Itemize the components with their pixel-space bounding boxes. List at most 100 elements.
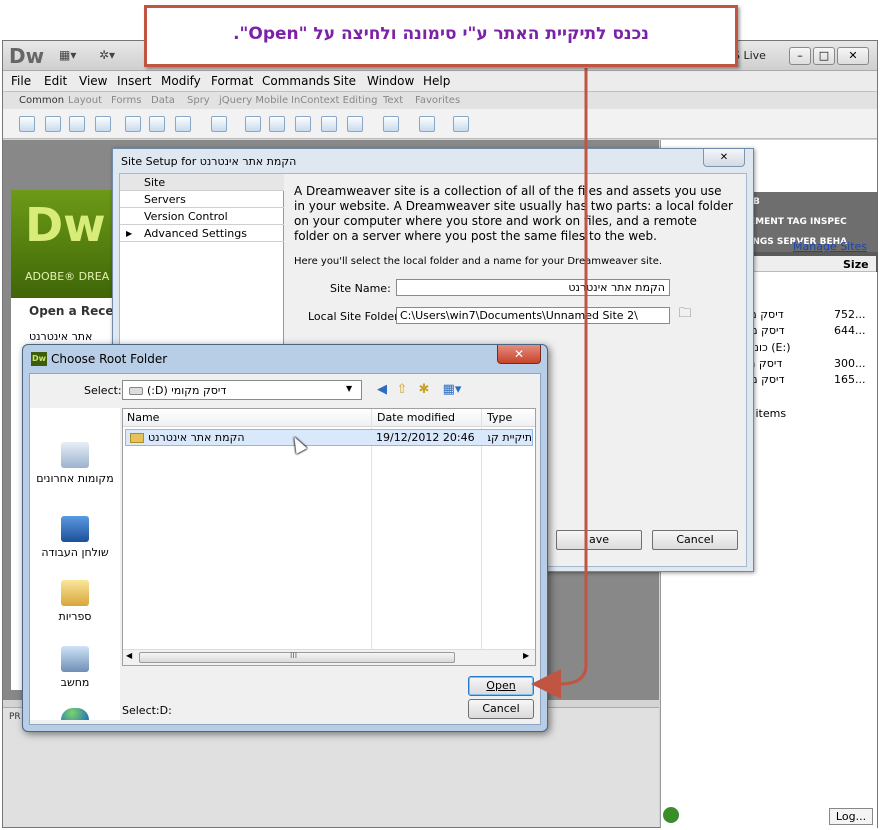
site-hint: Here you'll select the local folder and … bbox=[294, 256, 663, 267]
expand-arrow-icon[interactable]: ▶ bbox=[126, 229, 132, 238]
menu-view[interactable]: View bbox=[79, 74, 107, 88]
network-icon[interactable] bbox=[61, 708, 89, 720]
dialog-title: Choose Root Folder bbox=[51, 352, 168, 366]
menu-window[interactable]: Window bbox=[367, 74, 414, 88]
named-anchor-icon[interactable] bbox=[69, 116, 85, 132]
media-icon[interactable] bbox=[211, 116, 227, 132]
connection-status-icon bbox=[663, 807, 679, 823]
column-type[interactable]: Type bbox=[487, 411, 512, 424]
category-advanced-settings[interactable]: Advanced Settings bbox=[120, 225, 284, 242]
site-description: A Dreamweaver site is a collection of al… bbox=[294, 184, 733, 243]
tab-incontext-editing[interactable]: InContext Editing bbox=[291, 95, 377, 106]
tab-text[interactable]: Text bbox=[383, 95, 403, 106]
close-dialog-button[interactable]: ✕ bbox=[703, 149, 745, 167]
recent-file-link[interactable]: אתר אינטרנט bbox=[29, 330, 92, 343]
tab-jquery-mobile[interactable]: jQuery Mobile bbox=[219, 95, 288, 106]
insert-panel-tabs: Common Layout Forms Data Spry jQuery Mob… bbox=[3, 91, 877, 109]
server-side-include-icon[interactable] bbox=[295, 116, 311, 132]
open-button[interactable]: Open bbox=[468, 676, 534, 696]
local-folder-label: Local Site Folder: bbox=[308, 310, 403, 323]
new-folder-icon[interactable]: ✱ bbox=[416, 382, 432, 398]
hyperlink-icon[interactable] bbox=[19, 116, 35, 132]
tab-spry[interactable]: Spry bbox=[187, 95, 210, 106]
insert-toolbar bbox=[3, 109, 877, 139]
menu-file[interactable]: File bbox=[11, 74, 31, 88]
templates-icon[interactable] bbox=[419, 116, 435, 132]
back-icon[interactable]: ◀ bbox=[374, 382, 390, 398]
scroll-left-icon[interactable]: ◀ bbox=[126, 651, 132, 660]
table-icon[interactable] bbox=[125, 116, 141, 132]
view-menu-icon[interactable]: ▦▾ bbox=[438, 382, 466, 398]
date-icon[interactable] bbox=[269, 116, 285, 132]
tab-layout[interactable]: Layout bbox=[68, 95, 102, 106]
dropdown-arrow-icon[interactable]: ▼ bbox=[346, 384, 352, 393]
column-date-modified[interactable]: Date modified bbox=[377, 411, 455, 424]
place-computer[interactable]: מחשב bbox=[30, 676, 120, 689]
local-folder-input[interactable] bbox=[396, 307, 670, 324]
place-desktop[interactable]: שולחן העבודה bbox=[30, 546, 120, 559]
head-icon[interactable] bbox=[347, 116, 363, 132]
drive-icon bbox=[129, 387, 143, 395]
tab-common[interactable]: Common bbox=[19, 95, 64, 106]
file-list: Name Date modified Type הקמת אתר אינטרנט… bbox=[122, 408, 536, 666]
close-window-button[interactable]: ✕ bbox=[837, 47, 869, 65]
menu-commands[interactable]: Commands bbox=[262, 74, 330, 88]
annotation-callout: נכנס לתיקיית האתר ע"י סימונה ולחיצה על "… bbox=[144, 5, 738, 67]
column-name[interactable]: Name bbox=[127, 411, 159, 424]
desktop-icon[interactable] bbox=[61, 516, 89, 542]
save-button[interactable]: ave bbox=[556, 530, 642, 550]
category-servers[interactable]: Servers bbox=[120, 191, 284, 208]
menu-site[interactable]: Site bbox=[333, 74, 356, 88]
cancel-button[interactable]: Cancel bbox=[468, 699, 534, 719]
widget-icon[interactable] bbox=[245, 116, 261, 132]
place-recent[interactable]: מקומות אחרונים bbox=[30, 472, 120, 485]
tab-data[interactable]: Data bbox=[151, 95, 175, 106]
maximize-button[interactable]: □ bbox=[813, 47, 835, 65]
menu-help[interactable]: Help bbox=[423, 74, 450, 88]
welcome-logo: Dw bbox=[25, 198, 106, 252]
menu-insert[interactable]: Insert bbox=[117, 74, 151, 88]
file-list-header: Name Date modified Type bbox=[123, 409, 535, 427]
site-name-input[interactable] bbox=[396, 279, 670, 296]
choose-root-folder-dialog: Dw Choose Root Folder ✕ Select: דיסק מקו… bbox=[22, 344, 548, 732]
tag-chooser-icon[interactable] bbox=[453, 116, 469, 132]
folder-date: 19/12/2012 20:46 bbox=[376, 431, 475, 444]
browse-folder-icon[interactable]: 🗀 bbox=[676, 306, 694, 324]
layout-icon[interactable]: ▦▾ bbox=[59, 48, 81, 64]
tab-favorites[interactable]: Favorites bbox=[415, 95, 460, 106]
comment-icon[interactable] bbox=[321, 116, 337, 132]
drive-d-size: 644... bbox=[834, 324, 866, 337]
horizontal-rule-icon[interactable] bbox=[95, 116, 111, 132]
menu-format[interactable]: Format bbox=[211, 74, 253, 88]
log-button[interactable]: Log... bbox=[829, 808, 873, 825]
size-column-header[interactable]: Size bbox=[843, 258, 869, 271]
close-dialog-button[interactable]: ✕ bbox=[497, 345, 541, 364]
category-version-control[interactable]: Version Control bbox=[120, 208, 284, 225]
cancel-button[interactable]: Cancel bbox=[652, 530, 738, 550]
place-libraries[interactable]: ספריות bbox=[30, 610, 120, 623]
folder-row-selected[interactable]: הקמת אתר אינטרנט 19/12/2012 20:46 תיקיית… bbox=[125, 429, 533, 446]
scroll-grip: III bbox=[290, 651, 298, 660]
div-tag-icon[interactable] bbox=[149, 116, 165, 132]
up-folder-icon[interactable]: ⇧ bbox=[394, 382, 410, 398]
tab-forms[interactable]: Forms bbox=[111, 95, 141, 106]
app-logo: Dw bbox=[9, 44, 45, 68]
script-icon[interactable] bbox=[383, 116, 399, 132]
scroll-thumb[interactable]: III bbox=[139, 651, 455, 663]
recent-places-icon[interactable] bbox=[61, 442, 89, 468]
open-button-label: Open bbox=[486, 679, 516, 692]
category-site[interactable]: Site bbox=[120, 174, 284, 191]
computer-icon[interactable] bbox=[61, 646, 89, 672]
location-dropdown[interactable]: דיסק מקומי (D:) bbox=[122, 380, 362, 400]
images-icon[interactable] bbox=[175, 116, 191, 132]
email-link-icon[interactable] bbox=[45, 116, 61, 132]
libraries-icon[interactable] bbox=[61, 580, 89, 606]
folder-name: הקמת אתר אינטרנט bbox=[148, 431, 245, 444]
scroll-right-icon[interactable]: ▶ bbox=[523, 651, 529, 660]
menu-edit[interactable]: Edit bbox=[44, 74, 67, 88]
horizontal-scrollbar[interactable]: ◀ III ▶ bbox=[123, 649, 535, 665]
menu-modify[interactable]: Modify bbox=[161, 74, 201, 88]
manage-sites-link[interactable]: Manage Sites bbox=[793, 240, 867, 253]
gear-icon[interactable]: ✲▾ bbox=[99, 48, 121, 64]
minimize-button[interactable]: – bbox=[789, 47, 811, 65]
